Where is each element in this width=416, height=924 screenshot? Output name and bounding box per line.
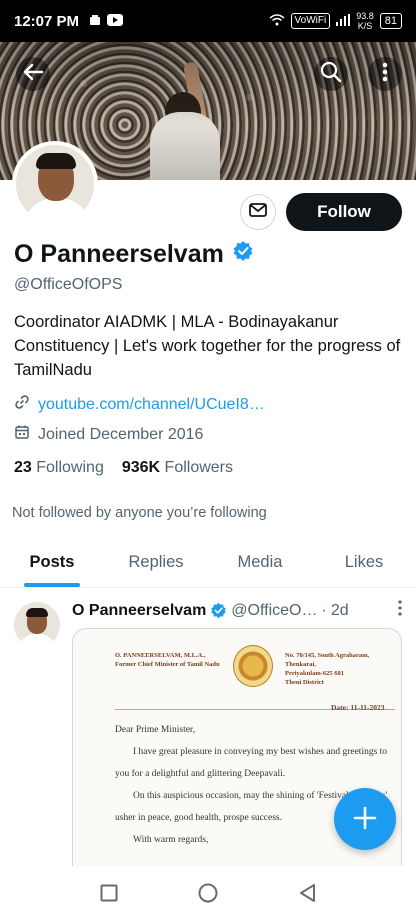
arrow-left-icon: [22, 61, 44, 88]
signal-icon: [336, 13, 351, 29]
verified-badge-icon[interactable]: [232, 240, 254, 269]
message-button[interactable]: [240, 194, 276, 230]
not-followed-text: Not followed by anyone you’re following: [12, 505, 267, 521]
followers-stat[interactable]: 936K Followers: [122, 459, 233, 477]
notification-icon: [89, 13, 101, 30]
profile-joined-row: Joined December 2016: [14, 424, 203, 445]
net-speed: 93.8 K/S: [356, 11, 374, 31]
tweet-author-handle: @OfficeO…: [231, 601, 318, 619]
plus-icon: [352, 798, 378, 840]
profile-avatar[interactable]: [12, 141, 98, 227]
battery-indicator: 81: [379, 13, 402, 29]
search-button[interactable]: [314, 57, 348, 91]
profile-handle: @OfficeOfOPS: [14, 276, 123, 293]
tweet-avatar[interactable]: [14, 602, 60, 648]
profile-link[interactable]: youtube.com/channel/UCueI8…: [38, 396, 265, 414]
envelope-icon: [249, 202, 267, 222]
compose-post-button[interactable]: [334, 788, 396, 850]
search-icon: [320, 61, 342, 88]
profile-name-text: O Panneerselvam: [14, 240, 224, 268]
profile-joined: Joined December 2016: [38, 425, 204, 443]
wifi-icon: [269, 13, 285, 29]
triangle-back-icon: [298, 883, 316, 908]
tweet-more-icon[interactable]: [398, 600, 402, 621]
system-nav-bar: [0, 866, 416, 924]
tweet-avatar-hair: [26, 608, 48, 617]
recents-button[interactable]: [89, 875, 129, 915]
tweet-verified-badge-icon: [210, 602, 227, 619]
letter-date: Date: 11-11-2023: [331, 703, 385, 712]
youtube-icon: [107, 13, 124, 30]
status-time: 12:07 PM: [14, 12, 80, 30]
calendar-icon: [14, 424, 30, 445]
circle-icon: [198, 883, 218, 908]
tweet-avatar-shirt: [18, 632, 56, 648]
avatar-shirt: [24, 197, 90, 223]
tweet-timestamp: 2d: [330, 601, 349, 619]
link-icon: [14, 394, 30, 415]
back-nav-button[interactable]: [287, 875, 327, 915]
following-stat[interactable]: 23 Following: [14, 459, 104, 477]
avatar-hair: [36, 153, 76, 169]
square-icon: [100, 884, 118, 907]
more-options-button[interactable]: [368, 57, 402, 91]
letter-sender: O. PANNEERSELVAM, M.L.A., Former Chief M…: [115, 652, 220, 668]
status-bar: 12:07 PM VoWiFi 93.8 K/S 81: [0, 0, 416, 42]
letter-paragraph-1: I have great pleasure in conveying my be…: [115, 747, 388, 779]
tab-likes[interactable]: Likes: [312, 538, 416, 587]
follow-button[interactable]: Follow: [286, 193, 402, 231]
home-button[interactable]: [188, 875, 228, 915]
vowifi-badge: VoWiFi: [290, 13, 331, 29]
tab-posts[interactable]: Posts: [0, 538, 104, 587]
profile-bio: Coordinator AIADMK | MLA - Bodinayakanur…: [14, 313, 401, 379]
more-vertical-icon: [382, 62, 388, 87]
tab-replies[interactable]: Replies: [104, 538, 208, 587]
letter-address: No. 70/145, South Agraharam, Thenkarai, …: [285, 652, 370, 686]
tab-media[interactable]: Media: [208, 538, 312, 587]
back-button[interactable]: [16, 57, 50, 91]
letter-salutation: Dear Prime Minister,: [115, 725, 196, 735]
profile-tabs: Posts Replies Media Likes: [0, 538, 416, 588]
profile-stats: 23 Following 936K Followers: [14, 459, 233, 477]
profile-link-row[interactable]: youtube.com/channel/UCueI8…: [14, 394, 265, 415]
tweet-author-name[interactable]: O Panneerselvam: [72, 602, 206, 620]
tweet-header: O Panneerselvam @OfficeO… · 2d: [72, 600, 402, 621]
tamil-nadu-emblem-icon: [233, 645, 273, 687]
profile-name: O Panneerselvam: [14, 240, 254, 269]
tweet-separator: ·: [321, 601, 327, 619]
